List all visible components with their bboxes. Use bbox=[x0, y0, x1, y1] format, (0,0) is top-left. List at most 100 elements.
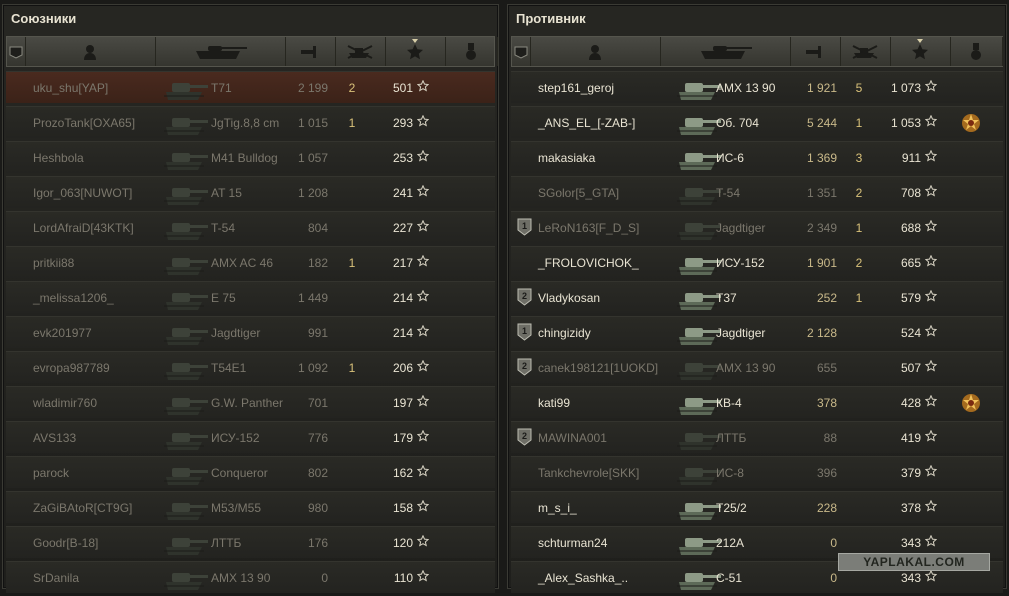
tank-name: Conqueror bbox=[211, 466, 268, 480]
tank-silhouette-icon bbox=[675, 564, 721, 595]
allies-player-row[interactable]: Igor_063[NUWOT] AT 15 1 208 241 bbox=[6, 176, 495, 208]
allies-sort-tank-button[interactable] bbox=[155, 37, 286, 66]
player-name: m_s_i_ bbox=[538, 501, 577, 515]
tank-silhouette-icon bbox=[162, 494, 208, 525]
rank-badge-icon: 1 bbox=[517, 218, 532, 239]
damage-value: 0 bbox=[321, 571, 328, 585]
allies-player-row[interactable]: Heshbola M41 Bulldog 1 057 253 bbox=[6, 141, 495, 173]
enemies-player-row[interactable]: 1 LeRoN163[F_D_S] Jagdtiger 2 349 1 688 bbox=[511, 211, 1003, 243]
allies-player-row[interactable]: wladimir760 G.W. Panther 701 197 bbox=[6, 386, 495, 418]
damage-value: 228 bbox=[816, 501, 837, 515]
rank-badge-icon: 2 bbox=[517, 358, 532, 379]
enemies-player-row[interactable]: _FROLOVICHOK_ ИСУ-152 1 901 2 665 bbox=[511, 246, 1003, 278]
rank-badge-icon: 2 bbox=[517, 428, 532, 449]
allies-sort-xp-star-button[interactable] bbox=[385, 37, 446, 66]
medal-icon[interactable] bbox=[960, 112, 982, 137]
xp-star-icon bbox=[924, 184, 938, 200]
enemies-sort-damage-button[interactable] bbox=[790, 37, 841, 66]
allies-sort-medal-button[interactable] bbox=[445, 37, 498, 66]
player-name: LeRoN163[F_D_S] bbox=[538, 221, 640, 235]
allies-player-row[interactable]: AVS133 ИСУ-152 776 179 bbox=[6, 421, 495, 453]
allies-sort-badge-button[interactable] bbox=[7, 37, 26, 66]
enemies-player-row[interactable]: 2 Vladykosan T37 252 1 579 bbox=[511, 281, 1003, 313]
player-name: Igor_063[NUWOT] bbox=[33, 186, 133, 200]
allies-sort-player-button[interactable] bbox=[25, 37, 156, 66]
xp-star-icon bbox=[924, 394, 938, 410]
tank-name: Jagdtiger bbox=[716, 326, 766, 340]
enemies-sort-xp-star-button[interactable] bbox=[890, 37, 951, 66]
tank-silhouette-icon bbox=[675, 214, 721, 245]
allies-player-row[interactable]: SrDanila AMX 13 90 0 110 bbox=[6, 561, 495, 593]
allies-player-row[interactable]: uku_shu[YAP] T71 2 199 2 501 bbox=[6, 71, 495, 103]
kills-value: 1 bbox=[348, 116, 356, 130]
allies-player-row[interactable]: evropa987789 T54E1 1 092 1 206 bbox=[6, 351, 495, 383]
kills-value: 1 bbox=[855, 291, 863, 305]
medal-icon bbox=[969, 42, 983, 61]
damage-value: 1 208 bbox=[297, 186, 328, 200]
xp-value: 217 bbox=[392, 256, 413, 270]
enemies-player-row[interactable]: SGolor[5_GTA] T-54 1 351 2 708 bbox=[511, 176, 1003, 208]
allies-player-row[interactable]: parock Conqueror 802 162 bbox=[6, 456, 495, 488]
xp-star-icon bbox=[924, 289, 938, 305]
badge-icon bbox=[513, 44, 529, 60]
enemies-player-row[interactable]: step161_geroj AMX 13 90 1 921 5 1 073 bbox=[511, 71, 1003, 103]
xp-star-icon bbox=[924, 359, 938, 375]
xp-value: 1 053 bbox=[890, 116, 921, 130]
allies-sort-kills-button[interactable] bbox=[335, 37, 386, 66]
enemies-player-row[interactable]: 2 MAWINA001 ЛТТБ 88 419 bbox=[511, 421, 1003, 453]
enemies-player-row[interactable]: _ANS_EL_[-ZAB-] Об. 704 5 244 1 1 053 bbox=[511, 106, 1003, 138]
tank-silhouette-icon bbox=[162, 564, 208, 595]
allies-panel: Союзники uku_shu[YAP] T71 2 199 2 501 ProzoTa… bbox=[2, 4, 499, 593]
xp-star-icon bbox=[924, 429, 938, 445]
allies-player-row[interactable]: ProzoTank[OXA65] JgTig.8,8 cm 1 015 1 293 bbox=[6, 106, 495, 138]
tank-name: T-54 bbox=[716, 186, 741, 200]
xp-value: 428 bbox=[900, 396, 921, 410]
enemies-sort-kills-button[interactable] bbox=[840, 37, 891, 66]
tank-name: AT 15 bbox=[211, 186, 242, 200]
xp-star-icon bbox=[924, 324, 938, 340]
enemies-player-row[interactable]: 1 chingizidy Jagdtiger 2 128 524 bbox=[511, 316, 1003, 348]
xp-value: 179 bbox=[392, 431, 413, 445]
xp-value: 708 bbox=[900, 186, 921, 200]
allies-player-row[interactable]: LordAfraiD[43KTK] T-54 804 227 bbox=[6, 211, 495, 243]
medal-icon[interactable] bbox=[960, 392, 982, 417]
player-name: SGolor[5_GTA] bbox=[538, 186, 620, 200]
enemies-player-row[interactable]: Tankchevrole[SKK] ИС-8 396 379 bbox=[511, 456, 1003, 488]
xp-value: 524 bbox=[900, 326, 921, 340]
tank-silhouette-icon bbox=[162, 354, 208, 385]
enemies-player-row[interactable]: kati99 КВ-4 378 428 bbox=[511, 386, 1003, 418]
xp-star-icon bbox=[924, 464, 938, 480]
enemies-player-row[interactable]: m_s_i_ T25/2 228 378 bbox=[511, 491, 1003, 523]
player-name: AVS133 bbox=[33, 431, 77, 445]
damage-value: 182 bbox=[307, 256, 328, 270]
allies-player-row[interactable]: _melissa1206_ E 75 1 449 214 bbox=[6, 281, 495, 313]
enemies-player-row[interactable]: 2 canek198121[1UOKD] AMX 13 90 655 507 bbox=[511, 351, 1003, 383]
xp-value: 379 bbox=[900, 466, 921, 480]
enemies-player-row[interactable]: makasiaka ИС-6 1 369 3 911 bbox=[511, 141, 1003, 173]
damage-value: 1 351 bbox=[806, 186, 837, 200]
enemies-sort-tank-button[interactable] bbox=[660, 37, 791, 66]
xp-value: 241 bbox=[392, 186, 413, 200]
enemies-list: step161_geroj AMX 13 90 1 921 5 1 073 _ANS_EL… bbox=[511, 71, 1003, 596]
allies-sort-damage-button[interactable] bbox=[285, 37, 336, 66]
tank-name: T-54 bbox=[211, 221, 236, 235]
kills-value: 3 bbox=[855, 151, 863, 165]
tank-silhouette-icon bbox=[675, 109, 721, 140]
allies-player-row[interactable]: ZaGiBAtoR[CT9G] M53/M55 980 158 bbox=[6, 491, 495, 523]
enemies-sort-badge-button[interactable] bbox=[512, 37, 531, 66]
xp-value: 378 bbox=[900, 501, 921, 515]
damage-icon bbox=[805, 44, 825, 60]
enemies-sort-player-button[interactable] bbox=[530, 37, 661, 66]
kills-value: 2 bbox=[348, 81, 356, 95]
player-name: wladimir760 bbox=[33, 396, 98, 410]
tank-silhouette-icon bbox=[162, 74, 208, 105]
tank-name: G.W. Panther bbox=[211, 396, 284, 410]
allies-player-row[interactable]: pritkii88 AMX AC 46 182 1 217 bbox=[6, 246, 495, 278]
kills-value: 1 bbox=[348, 256, 356, 270]
tank-name: JgTig.8,8 cm bbox=[211, 116, 280, 130]
enemies-sort-medal-button[interactable] bbox=[950, 37, 1003, 66]
svg-text:1: 1 bbox=[522, 221, 527, 231]
allies-player-row[interactable]: Goodr[B-18] ЛТТБ 176 120 bbox=[6, 526, 495, 558]
tank-name: M53/M55 bbox=[211, 501, 262, 515]
allies-player-row[interactable]: evk201977 Jagdtiger 991 214 bbox=[6, 316, 495, 348]
